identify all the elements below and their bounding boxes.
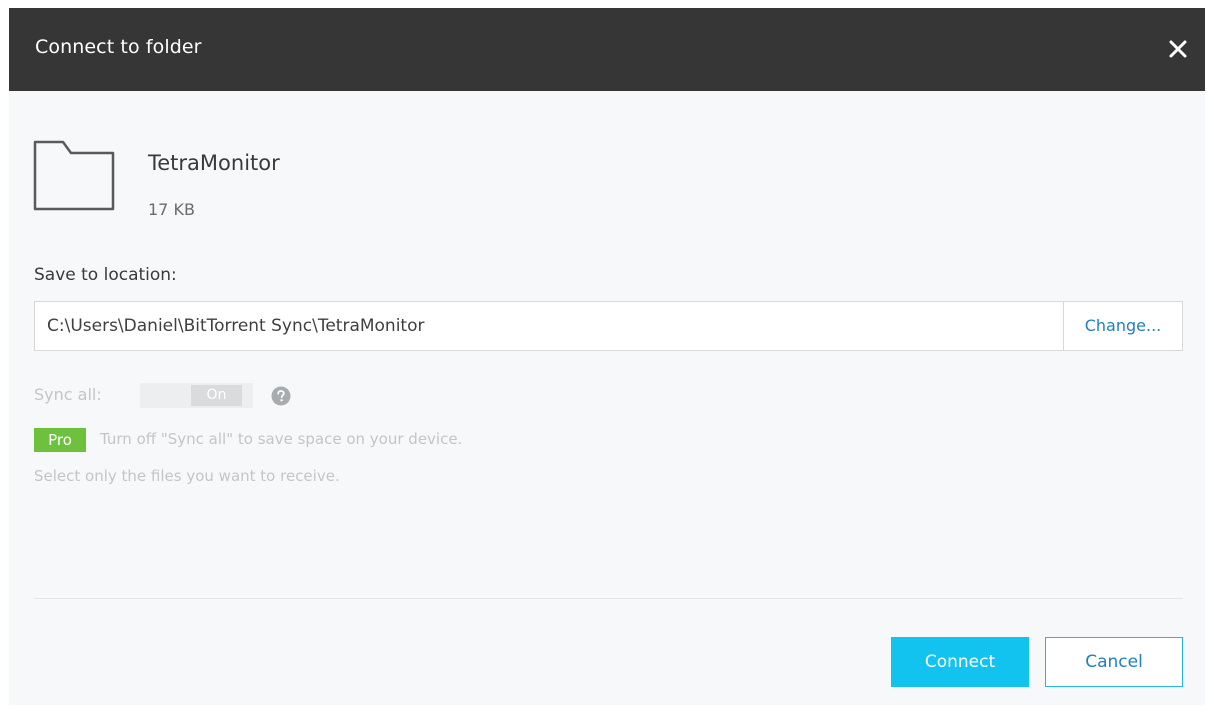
sync-all-toggle-state: On [191,385,242,406]
pro-hint-line-2: Select only the files you want to receiv… [34,467,340,485]
connect-folder-dialog: Connect to folder TetraMonitor 17 KB Sav… [9,8,1205,705]
save-location-path[interactable]: C:\Users\Daniel\BitTorrent Sync\TetraMon… [47,302,424,350]
dialog-title: Connect to folder [35,36,202,58]
pro-badge: Pro [34,428,86,452]
close-icon[interactable] [1163,34,1193,64]
change-location-button[interactable]: Change... [1063,302,1182,350]
save-location-field[interactable]: C:\Users\Daniel\BitTorrent Sync\TetraMon… [34,301,1183,351]
folder-icon [33,139,115,211]
save-location-label: Save to location: [34,265,177,285]
sync-all-toggle[interactable]: On [140,383,253,408]
dialog-titlebar: Connect to folder [9,8,1205,91]
footer-divider [34,598,1183,599]
cancel-button[interactable]: Cancel [1045,637,1183,687]
connect-button[interactable]: Connect [891,637,1029,687]
folder-size: 17 KB [148,200,195,219]
folder-name: TetraMonitor [148,151,280,175]
sync-all-label: Sync all: [34,385,102,404]
help-icon[interactable] [271,386,291,406]
pro-hint-line-1: Turn off "Sync all" to save space on you… [100,430,463,448]
